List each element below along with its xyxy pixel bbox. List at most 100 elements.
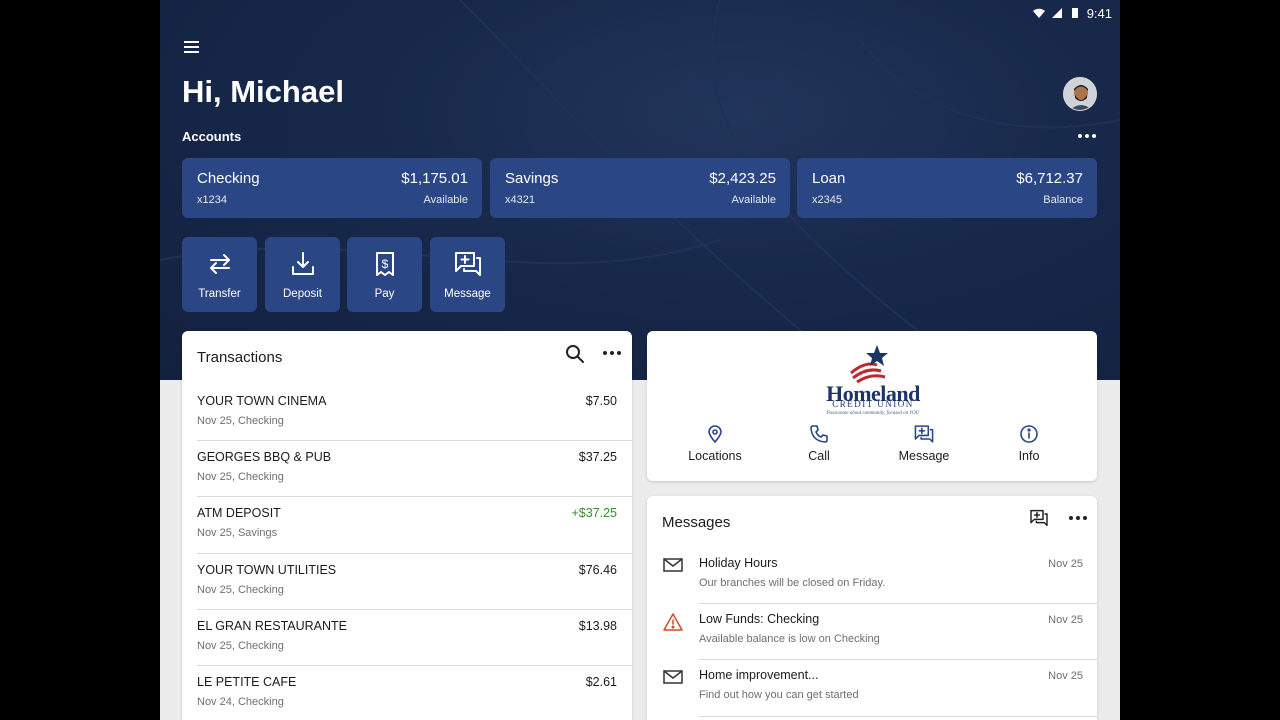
transaction-amount: $2.61 [585, 674, 617, 689]
transaction-amount: $7.50 [585, 394, 617, 408]
message-icon [454, 252, 481, 276]
message-preview: Our branches will be closed on Friday. [699, 577, 886, 589]
account-status: Available [423, 194, 468, 206]
transaction-row[interactable]: ATM DEPOSIT Nov 25, Savings +$37.25 [197, 497, 632, 554]
transaction-amount: $37.25 [578, 450, 617, 465]
accounts-label: Accounts [182, 129, 242, 144]
account-amount: $1,175.01 [401, 170, 468, 187]
account-number: x1234 [197, 194, 227, 206]
cu-button-label: Info [1018, 449, 1040, 463]
message-date: Nov 25 [1048, 614, 1083, 627]
transactions-card: Transactions YOUR TOWN CINEMA Nov 25, Ch… [182, 331, 632, 720]
transaction-meta: Nov 25, Checking [197, 415, 284, 427]
transaction-merchant: GEORGES BBQ & PUB [197, 450, 332, 465]
svg-text:$: $ [381, 257, 388, 271]
account-card-savings[interactable]: Savings $2,423.25 x4321 Available [490, 158, 790, 218]
message-date: Nov 25 [1048, 558, 1083, 570]
message-row[interactable]: Home improvement... Find out how you can… [647, 660, 1097, 717]
pay-button[interactable]: $ Pay [347, 237, 422, 312]
logo-subtitle: CREDIT UNION [832, 399, 914, 409]
account-status: Available [731, 194, 776, 206]
transaction-amount: +$37.25 [571, 506, 617, 521]
greeting-title: Hi, Michael [182, 74, 344, 109]
message-preview: Available balance is low on Checking [699, 633, 880, 646]
action-label: Message [444, 288, 491, 300]
accounts-more-icon[interactable] [1078, 134, 1096, 138]
message-row[interactable]: Low Funds: Checking Available balance is… [647, 604, 1097, 661]
message-button[interactable]: Message [879, 424, 969, 463]
transaction-merchant: YOUR TOWN UTILITIES [197, 562, 337, 577]
envelope-icon [663, 558, 683, 572]
cu-button-label: Call [808, 449, 830, 463]
info-button[interactable]: Info [984, 424, 1074, 463]
messages-card: Messages Holiday Hours Our branches will… [647, 496, 1097, 720]
avatar[interactable] [1063, 77, 1097, 111]
signal-icon [1051, 8, 1062, 18]
transaction-merchant: YOUR TOWN CINEMA [197, 394, 327, 408]
account-name: Loan [812, 170, 846, 187]
transactions-title: Transactions [197, 349, 283, 366]
transaction-meta: Nov 24, Checking [197, 695, 284, 708]
transaction-merchant: ATM DEPOSIT [197, 506, 281, 521]
search-icon[interactable] [565, 344, 585, 364]
messages-more-icon[interactable] [1069, 516, 1087, 520]
divider [699, 715, 1097, 717]
transfer-button[interactable]: Transfer [182, 237, 257, 312]
compose-message-icon[interactable] [1029, 508, 1049, 528]
transaction-row[interactable]: LE PETITE CAFE Nov 24, Checking $2.61 [197, 666, 632, 720]
transaction-meta: Nov 25, Checking [197, 639, 284, 652]
message-subject: Holiday Hours [699, 556, 778, 570]
account-number: x2345 [812, 194, 842, 206]
locations-button[interactable]: Locations [670, 424, 760, 463]
deposit-icon [291, 252, 314, 275]
transaction-row[interactable]: EL GRAN RESTAURANTE Nov 25, Checking $13… [197, 610, 632, 666]
warning-icon [663, 613, 683, 631]
account-name: Checking [197, 170, 260, 187]
account-number: x4321 [505, 194, 535, 206]
status-bar: 9:41 [1032, 4, 1112, 22]
transaction-meta: Nov 25, Checking [197, 471, 284, 484]
message-icon [914, 425, 934, 443]
star-flag-icon [850, 345, 888, 383]
transaction-amount: $13.98 [578, 618, 617, 633]
battery-icon [1071, 8, 1078, 18]
message-subject: Home improvement... [699, 668, 819, 683]
account-amount: $6,712.37 [1016, 170, 1083, 187]
message-date: Nov 25 [1048, 670, 1083, 683]
transaction-row[interactable]: GEORGES BBQ & PUB Nov 25, Checking $37.2… [197, 441, 632, 498]
transaction-meta: Nov 25, Checking [197, 583, 284, 596]
transactions-list: YOUR TOWN CINEMA Nov 25, Checking $7.50 … [197, 385, 632, 720]
pay-icon: $ [375, 252, 394, 276]
transaction-meta: Nov 25, Savings [197, 527, 278, 540]
homeland-logo: Homeland CREDIT UNION Passionate about c… [815, 343, 931, 416]
action-label: Pay [374, 288, 395, 300]
messages-list: Holiday Hours Our branches will be close… [647, 548, 1097, 717]
logo-tagline: Passionate about community, focused on Y… [826, 411, 920, 416]
messages-title: Messages [662, 514, 731, 531]
transaction-row[interactable]: YOUR TOWN UTILITIES Nov 25, Checking $76… [197, 554, 632, 610]
action-label: Deposit [283, 288, 322, 300]
account-name: Savings [505, 170, 559, 187]
header-hero: 9:41 Hi, Michael Accounts Checking $1,175… [160, 0, 1120, 380]
info-icon [1020, 425, 1038, 443]
transaction-merchant: EL GRAN RESTAURANTE [197, 618, 348, 633]
message-subject: Low Funds: Checking [699, 612, 820, 627]
app-screen: 9:41 Hi, Michael Accounts Checking $1,175… [160, 0, 1120, 720]
transaction-row[interactable]: YOUR TOWN CINEMA Nov 25, Checking $7.50 [197, 385, 632, 442]
transfer-icon [209, 254, 230, 274]
message-button[interactable]: Message [430, 237, 505, 312]
transaction-amount: $76.46 [578, 562, 617, 577]
cu-button-label: Message [898, 449, 950, 463]
deposit-button[interactable]: Deposit [265, 237, 340, 312]
transactions-more-icon[interactable] [603, 351, 621, 355]
account-card-loan[interactable]: Loan $6,712.37 x2345 Balance [797, 158, 1097, 218]
wifi-icon [1032, 8, 1045, 18]
message-row[interactable]: Holiday Hours Our branches will be close… [647, 548, 1097, 605]
call-button[interactable]: Call [774, 424, 864, 463]
menu-icon[interactable] [182, 38, 206, 60]
credit-union-card: Homeland CREDIT UNION Passionate about c… [647, 331, 1097, 481]
status-time: 9:41 [1086, 5, 1112, 21]
transaction-merchant: LE PETITE CAFE [197, 674, 297, 689]
envelope-icon [663, 670, 683, 685]
account-card-checking[interactable]: Checking $1,175.01 x1234 Available [182, 158, 482, 218]
